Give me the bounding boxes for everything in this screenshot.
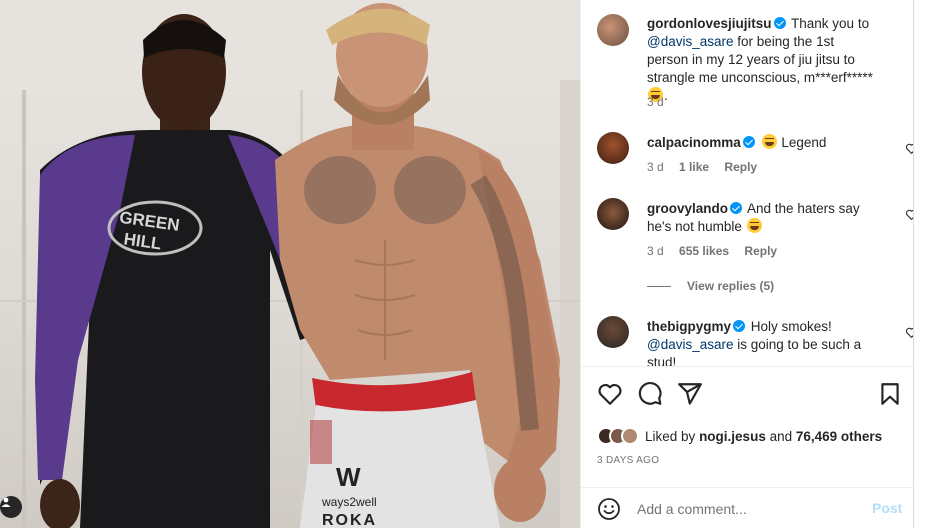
comment-meta: 3 d 655 likes Reply [647, 244, 789, 258]
likes-joiner: and [769, 428, 793, 444]
post-photo[interactable]: GREEN HILL W ways2well ROKA [0, 0, 580, 528]
comment-text: thebigpygmy Holy smokes! @davis_asare is… [647, 318, 875, 366]
comments-list[interactable]: gordonlovesjiujitsu Thank you to @davis_… [581, 0, 914, 366]
comment-meta: 3 d 1 like Reply [647, 160, 769, 174]
comment-text: calpacinomma Legend [647, 134, 875, 152]
avatar[interactable] [597, 198, 629, 230]
comment-icon[interactable] [637, 381, 663, 407]
comment-text: groovylando And the haters say he's not … [647, 200, 875, 236]
reply-button[interactable]: Reply [724, 160, 757, 174]
verified-icon [742, 136, 755, 148]
comment-body: Legend [781, 135, 827, 150]
reply-button[interactable]: Reply [744, 244, 777, 258]
liker-avatar [621, 427, 639, 445]
post-date[interactable]: 3 DAYS AGO [597, 455, 659, 466]
add-comment-bar: Post [581, 487, 914, 528]
post-side-panel: gordonlovesjiujitsu Thank you to @davis_… [580, 0, 939, 528]
view-replies-button[interactable]: View replies (5) [647, 279, 774, 293]
likes-summary: Liked by nogi.jesus and 76,469 others [597, 425, 882, 447]
caption-username[interactable]: gordonlovesjiujitsu [647, 16, 772, 31]
comment-likes[interactable]: 1 like [679, 160, 709, 174]
laughing-emoji-icon [746, 218, 762, 233]
caption-text-1: Thank you to [791, 16, 870, 31]
heart-icon[interactable] [597, 381, 623, 407]
shorts-brand: ways2well [321, 495, 377, 509]
caption-age: 3 d [647, 95, 664, 109]
share-icon[interactable] [677, 381, 703, 407]
avatar[interactable] [597, 14, 629, 46]
caption-meta: 3 d [647, 95, 676, 109]
likes-user[interactable]: nogi.jesus [699, 429, 766, 444]
comment-mention[interactable]: @davis_asare [647, 337, 734, 352]
comment-username[interactable]: calpacinomma [647, 135, 741, 150]
scrollbar-track[interactable] [913, 0, 914, 528]
avatar[interactable] [597, 132, 629, 164]
caption-text: gordonlovesjiujitsu Thank you to @davis_… [647, 16, 873, 103]
verified-icon [733, 320, 746, 332]
comment-age: 3 d [647, 244, 664, 258]
verified-icon [730, 202, 743, 214]
tagged-users-button[interactable] [0, 496, 22, 518]
comment-likes[interactable]: 655 likes [679, 244, 729, 258]
likes-others[interactable]: 76,469 others [796, 429, 882, 444]
likes-prefix: Liked by [645, 428, 696, 444]
laughing-emoji-icon [761, 134, 777, 149]
post-comment-button[interactable]: Post [872, 500, 902, 516]
bookmark-icon[interactable] [877, 381, 903, 407]
comment-username[interactable]: groovylando [647, 201, 728, 216]
verified-icon [773, 17, 786, 29]
caption-mention[interactable]: @davis_asare [647, 34, 734, 49]
shorts-sponsor: ROKA [322, 512, 377, 528]
comment-input[interactable] [637, 499, 857, 519]
avatar[interactable] [597, 316, 629, 348]
emoji-icon[interactable] [597, 497, 621, 521]
post-photo-illustration: GREEN HILL W ways2well ROKA [0, 0, 580, 528]
shorts-logo: W [336, 462, 361, 492]
likes-text: Liked by nogi.jesus and 76,469 others [645, 429, 882, 444]
comment-age: 3 d [647, 160, 664, 174]
comment-body: Holy smokes! [750, 319, 832, 334]
user-tag-icon [1, 497, 11, 507]
comment-username[interactable]: thebigpygmy [647, 319, 731, 334]
post-actions: Liked by nogi.jesus and 76,469 others 3 … [581, 366, 914, 528]
